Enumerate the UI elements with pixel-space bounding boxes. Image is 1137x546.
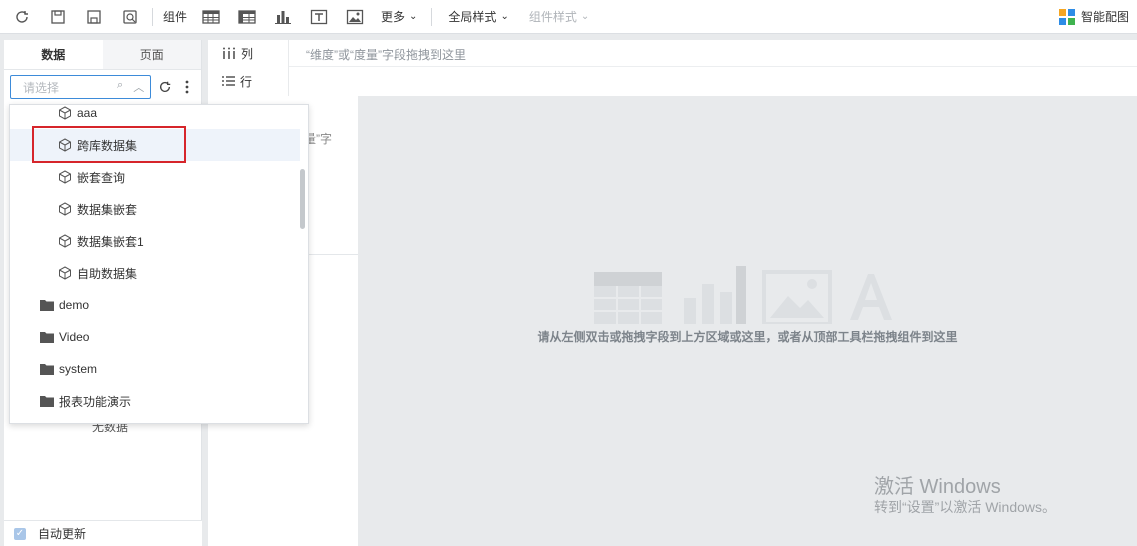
folder-icon — [40, 331, 54, 343]
toolbar-separator — [152, 7, 153, 26]
drop-hint: “维度”或“度量”字段拖拽到这里 — [306, 48, 466, 62]
dropdown-item-label: 自助数据集 — [77, 266, 138, 281]
smart-chart-label: 智能配图 — [1080, 10, 1129, 24]
cube-icon — [58, 266, 72, 280]
canvas-instruction: 请从左侧双击或拖拽字段到上方区域或这里，或者从顶部工具栏拖拽组件到这里 — [537, 330, 958, 344]
dataset-select-placeholder: 请选择 — [23, 80, 60, 95]
refresh-button[interactable] — [4, 0, 40, 34]
activate-windows-title: 激活 Windows — [874, 476, 1001, 498]
cube-icon — [58, 106, 72, 120]
refresh-dataset-button[interactable] — [157, 80, 173, 94]
tab-page[interactable]: 页面 — [102, 40, 201, 69]
global-style-label: 全局样式 — [448, 10, 497, 24]
save-button[interactable] — [40, 0, 76, 34]
row-label: 行 — [240, 74, 253, 89]
image-placeholder-icon — [762, 270, 832, 324]
column-region[interactable]: 列 — [222, 40, 253, 66]
dropdown-item[interactable]: 数据集嵌套1 — [10, 225, 300, 257]
folder-icon — [40, 299, 54, 311]
divider — [288, 40, 289, 96]
auto-update-label: 自动更新 — [38, 527, 87, 541]
dropdown-item-label: 数据集嵌套1 — [77, 234, 144, 249]
refresh-icon — [16, 10, 28, 23]
chevron-down-icon: ⌄ — [409, 11, 418, 22]
preview-button[interactable] — [112, 0, 148, 34]
dropdown-item-label: 嵌套查询 — [77, 170, 126, 185]
image-icon — [346, 9, 364, 24]
divider — [288, 66, 1137, 67]
tab-data[interactable]: 数据 — [4, 40, 103, 69]
dropdown-folder-label: demo — [59, 298, 90, 312]
table-component-button[interactable] — [193, 0, 229, 34]
global-style-button[interactable]: 全局样式 ⌄ — [442, 0, 514, 34]
refresh-icon — [160, 81, 171, 92]
component-style-label: 组件样式 — [528, 10, 577, 24]
table-icon — [202, 9, 220, 24]
dropdown-folder-label: system — [59, 362, 98, 376]
dropdown-item[interactable]: 自助数据集 — [10, 257, 300, 289]
dropdown-item[interactable]: 数据集嵌套 — [10, 193, 300, 225]
column-icon — [223, 47, 235, 59]
checkbox-icon[interactable]: ✓ — [14, 527, 26, 540]
chevron-up-icon: ︿ — [133, 82, 145, 94]
drop-area[interactable]: “维度”或“度量”字段拖拽到这里 — [288, 40, 1137, 96]
column-label: 列 — [241, 46, 254, 61]
row-region[interactable]: 行 — [222, 68, 252, 94]
row-icon — [222, 76, 235, 86]
placeholder-icons — [594, 264, 896, 324]
toolbar-separator — [431, 7, 433, 26]
panel-tabs: 数据 页面 — [4, 40, 201, 70]
vertical-dots-icon — [185, 80, 189, 94]
smart-chart-button[interactable]: 智能配图 — [1058, 8, 1137, 25]
auto-update-toggle[interactable]: ✓ 自动更新 — [4, 520, 202, 546]
dataset-dropdown: aaa 跨库数据集 嵌套查询 数据集嵌套 数据集嵌套1 自助数据集 demo V… — [9, 104, 309, 424]
image-component-button[interactable] — [337, 0, 373, 34]
canvas-area[interactable]: 请从左侧双击或拖拽字段到上方区域或这里，或者从顶部工具栏拖拽组件到这里 — [358, 96, 1137, 546]
chevron-down-icon: ⌄ — [500, 11, 509, 22]
component-label: 组件 — [163, 10, 188, 24]
dataset-select-row: 请选择 ⌕ ︿ — [4, 70, 201, 104]
crosstab-icon — [238, 9, 256, 24]
component-style-button[interactable]: 组件样式 ⌄ — [523, 0, 595, 34]
toolbar: 组件 更多 ⌄ 全局样式 ⌄ 组件样式 ⌄ 智能配图 — [0, 0, 1137, 34]
folder-icon — [40, 395, 54, 407]
cube-icon — [58, 234, 72, 248]
dropdown-item-label: aaa — [77, 106, 98, 120]
crosstab-component-button[interactable] — [229, 0, 265, 34]
text-component-button[interactable] — [301, 0, 337, 34]
bar-chart-icon — [275, 10, 292, 24]
more-options-button[interactable] — [179, 80, 195, 94]
activate-windows-subtitle: 转到“设置”以激活 Windows。 — [874, 499, 1057, 515]
highlight-annotation — [32, 126, 186, 163]
chart-component-button[interactable] — [265, 0, 301, 34]
bar-chart-placeholder-icon — [684, 266, 746, 324]
save-icon — [51, 9, 65, 24]
dropdown-scrollbar[interactable] — [300, 169, 305, 229]
dropdown-folder[interactable]: 报表功能演示 — [10, 385, 300, 417]
dropdown-folder-label: Video — [59, 330, 90, 344]
dropdown-folder[interactable]: demo — [10, 289, 300, 321]
search-icon: ⌕ — [117, 79, 124, 91]
preview-icon — [123, 9, 137, 24]
dropdown-folder-label: 报表功能演示 — [59, 394, 132, 409]
save-as-button[interactable] — [76, 0, 112, 34]
save-as-icon — [87, 9, 101, 24]
cube-icon — [58, 170, 72, 184]
folder-icon — [40, 363, 54, 375]
more-label: 更多 — [381, 10, 406, 24]
more-menu-button[interactable]: 更多 ⌄ — [373, 0, 423, 34]
text-placeholder-icon — [850, 274, 892, 320]
smart-chart-icon — [1058, 8, 1075, 25]
text-box-icon — [310, 9, 328, 24]
dataset-select[interactable]: 请选择 ⌕ ︿ — [10, 75, 152, 99]
chevron-down-icon: ⌄ — [580, 11, 590, 22]
dropdown-item-label: 数据集嵌套 — [77, 202, 138, 217]
dropdown-folder[interactable]: system — [10, 353, 300, 385]
table-placeholder-icon — [594, 272, 662, 324]
dropdown-item[interactable]: 嵌套查询 — [10, 161, 300, 193]
dropdown-folder[interactable]: Video — [10, 321, 300, 353]
cube-icon — [58, 202, 72, 216]
